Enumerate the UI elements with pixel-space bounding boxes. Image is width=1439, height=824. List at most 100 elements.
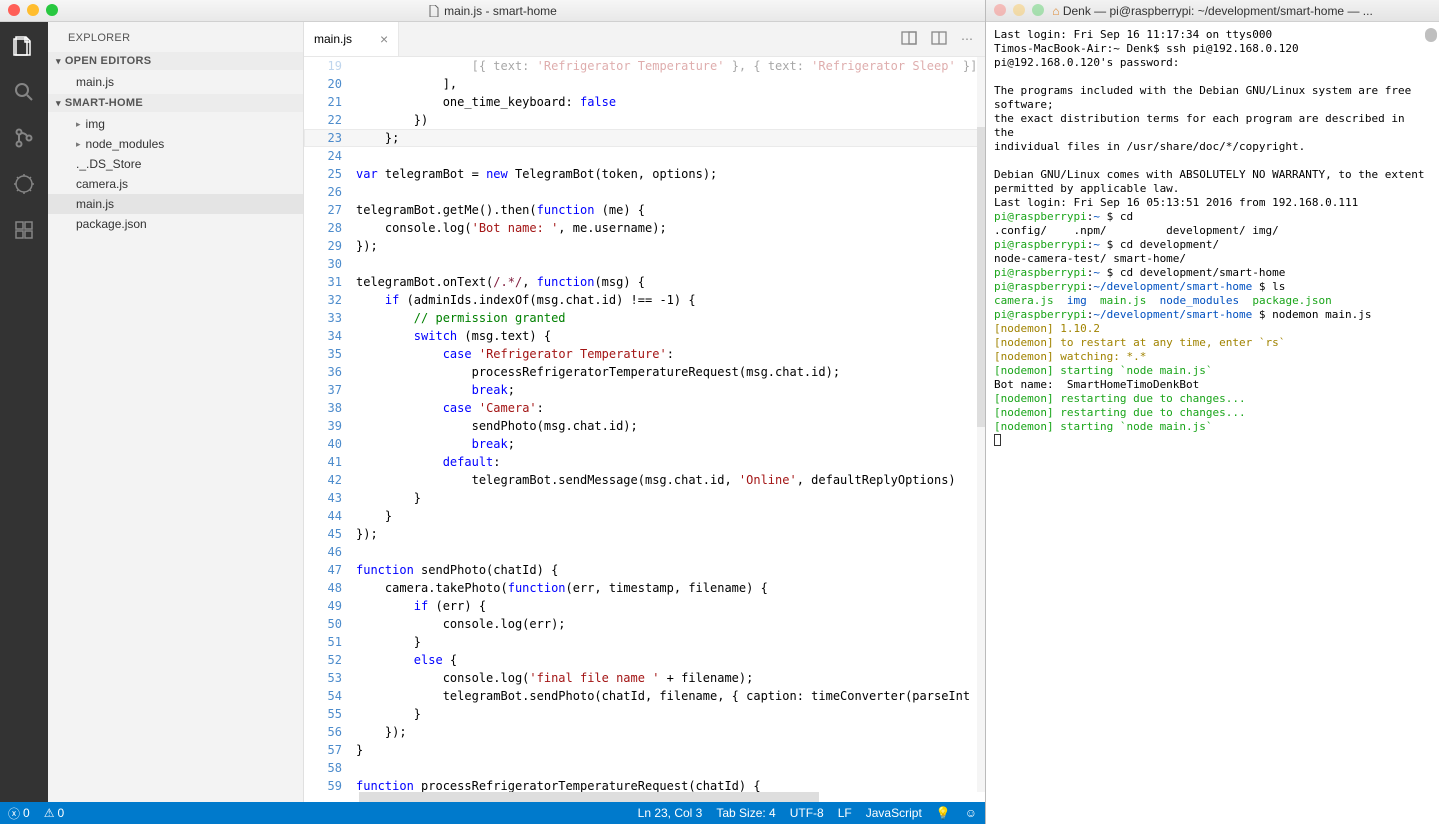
code-line: 56 }); — [304, 723, 985, 741]
editor-group: main.js × ⋯ 19 [{ text: 'Refrigerator Te… — [304, 22, 985, 802]
terminal-scroll-thumb[interactable] — [1425, 28, 1437, 42]
terminal-line: pi@192.168.0.120's password: — [994, 56, 1431, 70]
terminal-line: .config/ .npm/ development/ img/ — [994, 224, 1431, 238]
tab-label: main.js — [314, 32, 352, 46]
zoom-icon[interactable] — [46, 4, 58, 16]
minimize-icon[interactable] — [27, 4, 39, 16]
code-line: 52 else { — [304, 651, 985, 669]
terminal-line: Last login: Fri Sep 16 11:17:34 on ttys0… — [994, 28, 1431, 42]
code-line: 54 telegramBot.sendPhoto(chatId, filenam… — [304, 687, 985, 705]
code-line: 53 console.log('final file name ' + file… — [304, 669, 985, 687]
terminal-line: pi@raspberrypi:~/development/smart-home … — [994, 308, 1431, 322]
code-line: 21 one_time_keyboard: false — [304, 93, 985, 111]
terminal-line — [994, 434, 1431, 450]
explorer-icon[interactable] — [10, 32, 38, 60]
open-editors-section[interactable]: OPEN EDITORS — [48, 52, 303, 70]
code-line: 19 [{ text: 'Refrigerator Temperature' }… — [304, 57, 985, 75]
file-icon — [428, 5, 440, 17]
code-line: 51 } — [304, 633, 985, 651]
zoom-icon[interactable] — [1032, 4, 1044, 16]
code-line: 30 — [304, 255, 985, 273]
code-line: 35 case 'Refrigerator Temperature': — [304, 345, 985, 363]
window-title: main.js - smart-home — [444, 4, 557, 18]
scrollbar-vertical[interactable] — [977, 57, 985, 792]
terminal-line: the exact distribution terms for each pr… — [994, 112, 1431, 140]
code-line: 46 — [304, 543, 985, 561]
traffic-lights — [994, 4, 1044, 16]
code-line: 42 telegramBot.sendMessage(msg.chat.id, … — [304, 471, 985, 489]
code-line: 24 — [304, 147, 985, 165]
minimize-icon[interactable] — [1013, 4, 1025, 16]
code-line: 33 // permission granted — [304, 309, 985, 327]
terminal-body[interactable]: Last login: Fri Sep 16 11:17:34 on ttys0… — [986, 22, 1439, 824]
close-icon[interactable] — [8, 4, 20, 16]
terminal-line: [nodemon] restarting due to changes... — [994, 392, 1431, 406]
terminal-line: [nodemon] 1.10.2 — [994, 322, 1431, 336]
code-line: 41 default: — [304, 453, 985, 471]
tab-main[interactable]: main.js × — [304, 22, 399, 56]
status-language[interactable]: JavaScript — [866, 806, 922, 820]
status-warnings[interactable]: ⚠ 0 — [44, 806, 64, 820]
code-line: 48 camera.takePhoto(function(err, timest… — [304, 579, 985, 597]
folder-img[interactable]: img — [48, 114, 303, 134]
status-encoding[interactable]: UTF-8 — [790, 806, 824, 820]
terminal-line: Debian GNU/Linux comes with ABSOLUTELY N… — [994, 168, 1431, 182]
vscode-titlebar: main.js - smart-home — [0, 0, 985, 22]
terminal-line: pi@raspberrypi:~ $ cd development/smart-… — [994, 266, 1431, 280]
status-tabsize[interactable]: Tab Size: 4 — [716, 806, 775, 820]
code-line: 45}); — [304, 525, 985, 543]
file-dsstore[interactable]: ._.DS_Store — [48, 154, 303, 174]
code-line: 23 }; — [304, 129, 985, 147]
file-main[interactable]: main.js — [48, 194, 303, 214]
debug-icon[interactable] — [10, 170, 38, 198]
activity-bar — [0, 22, 48, 802]
scrollbar-horizontal[interactable] — [304, 792, 985, 802]
smiley-icon[interactable]: ☺ — [965, 806, 977, 820]
code-line: 55 } — [304, 705, 985, 723]
status-eol[interactable]: LF — [838, 806, 852, 820]
code-line: 22 }) — [304, 111, 985, 129]
terminal-line: [nodemon] to restart at any time, enter … — [994, 336, 1431, 350]
error-count: 0 — [23, 806, 30, 820]
code-line: 25var telegramBot = new TelegramBot(toke… — [304, 165, 985, 183]
terminal-line — [994, 154, 1431, 168]
extensions-icon[interactable] — [10, 216, 38, 244]
traffic-lights — [8, 4, 58, 16]
search-icon[interactable] — [10, 78, 38, 106]
terminal-line: node-camera-test/ smart-home/ — [994, 252, 1431, 266]
terminal-line: camera.js img main.js node_modules packa… — [994, 294, 1431, 308]
terminal-line: pi@raspberrypi:~/development/smart-home … — [994, 280, 1431, 294]
close-icon[interactable] — [994, 4, 1006, 16]
status-errors[interactable]: ⓧ 0 — [8, 805, 30, 822]
code-line: 26 — [304, 183, 985, 201]
open-editor-item[interactable]: main.js — [48, 72, 303, 92]
more-icon[interactable]: ⋯ — [961, 32, 973, 46]
terminal-line: [nodemon] starting `node main.js` — [994, 420, 1431, 434]
feedback-icon[interactable]: 💡 — [936, 806, 951, 820]
explorer-sidebar: EXPLORER OPEN EDITORS main.js SMART-HOME… — [48, 22, 304, 802]
file-package[interactable]: package.json — [48, 214, 303, 234]
code-line: 29}); — [304, 237, 985, 255]
code-line: 27telegramBot.getMe().then(function (me)… — [304, 201, 985, 219]
terminal-line: individual files in /usr/share/doc/*/cop… — [994, 140, 1431, 154]
status-lncol[interactable]: Ln 23, Col 3 — [638, 806, 703, 820]
terminal-line: Bot name: SmartHomeTimoDenkBot — [994, 378, 1431, 392]
terminal-title: Denk — pi@raspberrypi: ~/development/sma… — [1063, 4, 1373, 18]
close-tab-icon[interactable]: × — [380, 31, 388, 47]
code-line: 43 } — [304, 489, 985, 507]
project-section[interactable]: SMART-HOME — [48, 94, 303, 112]
code-line: 38 case 'Camera': — [304, 399, 985, 417]
folder-node-modules[interactable]: node_modules — [48, 134, 303, 154]
show-preview-icon[interactable] — [901, 30, 917, 49]
code-editor[interactable]: 19 [{ text: 'Refrigerator Temperature' }… — [304, 57, 985, 792]
terminal-window: ⌂ Denk — pi@raspberrypi: ~/development/s… — [985, 0, 1439, 824]
split-editor-icon[interactable] — [931, 30, 947, 49]
terminal-line: [nodemon] watching: *.* — [994, 350, 1431, 364]
git-icon[interactable] — [10, 124, 38, 152]
code-line: 50 console.log(err); — [304, 615, 985, 633]
terminal-line: The programs included with the Debian GN… — [994, 84, 1431, 112]
file-camera[interactable]: camera.js — [48, 174, 303, 194]
tab-bar: main.js × ⋯ — [304, 22, 985, 57]
terminal-line: Last login: Fri Sep 16 05:13:51 2016 fro… — [994, 196, 1431, 210]
code-line: 47function sendPhoto(chatId) { — [304, 561, 985, 579]
